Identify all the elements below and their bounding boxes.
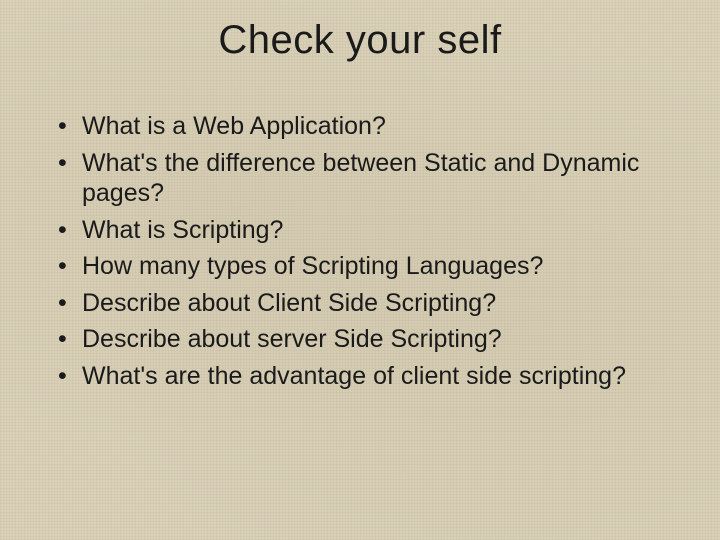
slide-container: Check your self What is a Web Applicatio… — [0, 0, 720, 540]
list-item: What is a Web Application? — [54, 111, 666, 142]
list-item: Describe about server Side Scripting? — [54, 324, 666, 355]
list-item: What's are the advantage of client side … — [54, 361, 666, 392]
list-item: Describe about Client Side Scripting? — [54, 288, 666, 319]
list-item: What's the difference between Static and… — [54, 148, 666, 209]
list-item: What is Scripting? — [54, 215, 666, 246]
list-item: How many types of Scripting Languages? — [54, 251, 666, 282]
bullet-list: What is a Web Application? What's the di… — [54, 111, 666, 391]
slide-title: Check your self — [54, 18, 666, 63]
